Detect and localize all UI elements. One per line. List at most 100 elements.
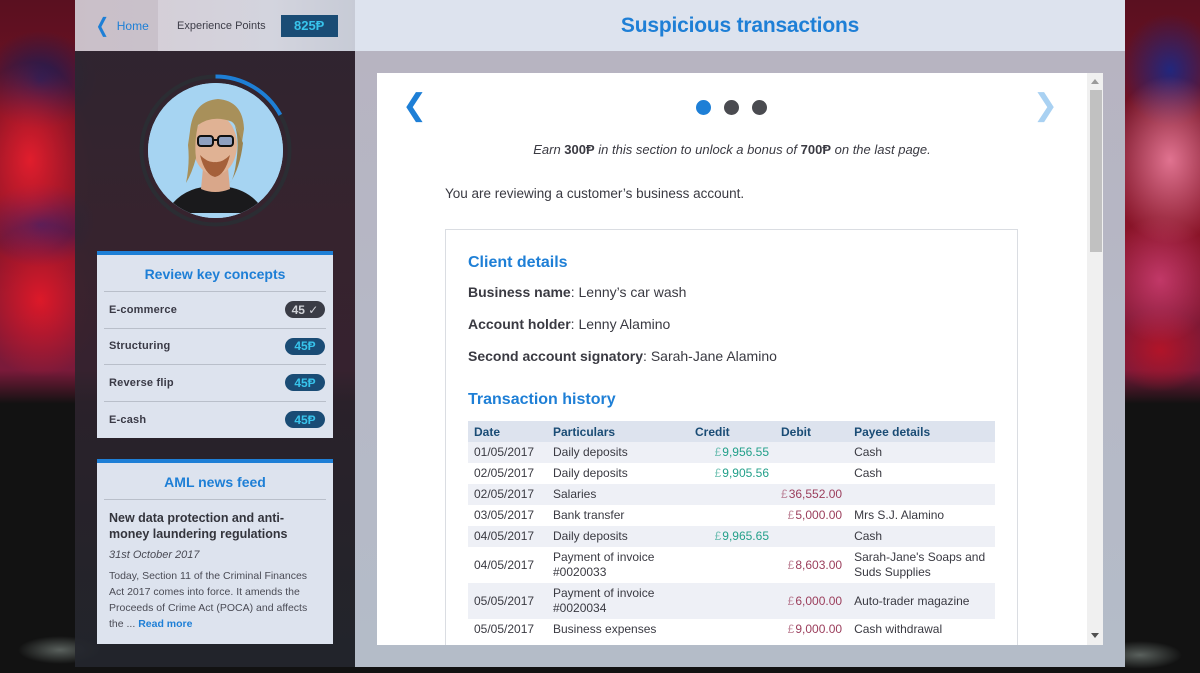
table-row: 01/05/2017 Daily deposits £9,956.55 Cash <box>468 442 995 463</box>
account-holder-field: Account holder: Lenny Alamino <box>468 316 671 332</box>
cell-particulars: Payment of invoice #0020033 <box>553 550 655 579</box>
chevron-left-icon: ❮ <box>95 14 110 37</box>
table-row: 03/05/2017 Bank transfer £5,000.00 Mrs S.J.… <box>468 505 995 526</box>
currency-symbol: £ <box>787 557 795 572</box>
table-row: 04/05/2017 Daily deposits £9,965.65 Cash <box>468 526 995 547</box>
cell-debit-amount: 5,000.00 <box>795 508 843 522</box>
cell-credit-amount: 9,905.56 <box>722 466 769 480</box>
column-header-credit: Credit <box>689 421 775 442</box>
page-dot-3[interactable] <box>752 100 767 115</box>
concept-item-structuring[interactable]: Structuring 45Ᵽ <box>104 329 326 365</box>
cell-debit-amount: 8,603.00 <box>795 557 843 572</box>
cell-debit-amount: 36,552.00 <box>788 487 843 501</box>
earn-prefix: Earn <box>533 142 565 157</box>
cell-date: 04/05/2017 <box>474 529 535 543</box>
cell-credit <box>689 583 775 619</box>
avatar <box>148 83 283 218</box>
column-header-debit: Debit <box>775 421 849 442</box>
earn-suffix: on the last page. <box>831 142 931 157</box>
cell-credit <box>689 619 775 640</box>
concept-item-e-commerce[interactable]: E-commerce 45 ✓ <box>104 292 326 329</box>
scrollbar-thumb[interactable] <box>1090 90 1102 252</box>
pagination-dots <box>696 100 767 115</box>
table-header-row: Date Particulars Credit Debit Payee deta… <box>468 421 995 442</box>
avatar-illustration <box>148 83 283 218</box>
cell-credit <box>689 547 775 583</box>
news-feed-title: AML news feed <box>104 463 326 500</box>
cell-debit-amount: 6,000.00 <box>795 593 843 608</box>
cell-credit-amount: 9,965.65 <box>722 529 769 543</box>
currency-symbol: £ <box>787 593 795 608</box>
page-dot-2[interactable] <box>724 100 739 115</box>
cell-particulars: Bank transfer <box>553 508 625 522</box>
concept-label: Structuring <box>109 340 171 353</box>
cell-date: 02/05/2017 <box>474 487 535 501</box>
cell-debit: £8,603.00 <box>775 547 848 583</box>
scroll-down-arrow-icon[interactable] <box>1091 633 1099 638</box>
cell-particulars: Daily deposits <box>553 529 628 543</box>
news-article-title: New data protection and anti-money laund… <box>109 511 288 541</box>
cell-date: 03/05/2017 <box>474 508 535 522</box>
earn-amount: 300Ᵽ <box>564 142 595 157</box>
bonus-amount: 700Ᵽ <box>800 142 832 157</box>
currency-symbol: £ <box>787 508 795 522</box>
column-header-payee: Payee details <box>848 421 995 442</box>
cell-credit: £9,956.55 <box>689 442 775 463</box>
concept-badge-completed: 45 ✓ <box>285 301 325 319</box>
main-panel: Suspicious transactions ❮ ❯ Earn 300Ᵽ in… <box>355 0 1125 667</box>
currency-symbol: £ <box>787 622 795 636</box>
home-label: Home <box>116 18 149 33</box>
previous-page-button[interactable]: ❮ <box>402 91 427 121</box>
cell-credit: £9,905.56 <box>689 463 775 484</box>
column-header-date: Date <box>468 421 547 442</box>
page-dot-1[interactable] <box>696 100 711 115</box>
cell-payee: Sarah-Jane's Soaps and Suds Supplies <box>854 550 986 579</box>
cell-particulars: Daily deposits <box>553 445 628 459</box>
account-holder-value: Lenny Alamino <box>578 316 671 332</box>
app-window: ❮ Home Experience Points 825Ᵽ Review key… <box>75 0 1125 667</box>
concept-label: E-commerce <box>109 303 178 316</box>
cell-debit: £6,000.00 <box>775 583 848 619</box>
cell-debit: £9,000.00 <box>775 619 848 640</box>
concept-item-reverse-flip[interactable]: Reverse flip 45Ᵽ <box>104 365 326 402</box>
content-scroll-area: ❮ ❯ Earn 300Ᵽ in this section to unlock … <box>377 73 1103 645</box>
cell-credit-amount: 9,956.55 <box>722 445 769 459</box>
concept-badge: 45Ᵽ <box>285 337 325 355</box>
cell-date: 04/05/2017 <box>474 557 535 572</box>
cell-credit: £9,965.65 <box>689 526 775 547</box>
key-concepts-panel: Review key concepts E-commerce 45 ✓ Stru… <box>97 251 333 438</box>
cell-particulars: Salaries <box>553 487 597 501</box>
concept-badge: 45Ᵽ <box>285 411 325 429</box>
main-header: Suspicious transactions <box>355 0 1125 51</box>
second-signatory-field: Second account signatory: Sarah-Jane Ala… <box>468 348 777 364</box>
news-article: New data protection and anti-money laund… <box>97 500 333 640</box>
cell-payee: Cash <box>854 466 883 480</box>
cell-payee: Cash <box>854 529 883 543</box>
cell-debit-amount: 9,000.00 <box>795 622 843 636</box>
cell-particulars: Daily deposits <box>553 466 628 480</box>
experience-points-badge: 825Ᵽ <box>280 14 338 37</box>
news-article-excerpt: Today, Section 11 of the Criminal Financ… <box>109 568 321 632</box>
concept-item-e-cash[interactable]: E-cash 45Ᵽ <box>104 402 326 439</box>
vertical-scrollbar[interactable] <box>1087 73 1103 645</box>
cell-date: 05/05/2017 <box>474 593 535 608</box>
transaction-table: Date Particulars Credit Debit Payee deta… <box>468 421 995 640</box>
home-button[interactable]: ❮ Home <box>75 0 158 51</box>
read-more-link[interactable]: Read more <box>138 618 192 630</box>
business-name-value: Lenny’s car wash <box>578 284 687 300</box>
next-page-button[interactable]: ❯ <box>1033 91 1058 121</box>
second-signatory-value: Sarah-Jane Alamino <box>650 348 777 364</box>
table-row: 05/05/2017 Business expenses £9,000.00 Cash… <box>468 619 995 640</box>
concept-badge: 45Ᵽ <box>285 374 325 392</box>
scroll-up-arrow-icon[interactable] <box>1091 79 1099 84</box>
cell-debit: £36,552.00 <box>775 484 848 505</box>
client-card: Client details Business name: Lenny’s ca… <box>445 229 1018 645</box>
table-row: 02/05/2017 Salaries £36,552.00 <box>468 484 995 505</box>
table-row: 05/05/2017 Payment of invoice #0020034 £6,… <box>468 583 995 619</box>
cell-particulars: Business expenses <box>553 622 657 636</box>
currency-symbol: £ <box>714 445 722 459</box>
intro-text: You are reviewing a customer’s business … <box>445 186 745 201</box>
cell-particulars: Payment of invoice #0020034 <box>553 586 655 615</box>
concept-label: Reverse flip <box>109 376 174 389</box>
account-holder-label: Account holder <box>468 316 571 332</box>
